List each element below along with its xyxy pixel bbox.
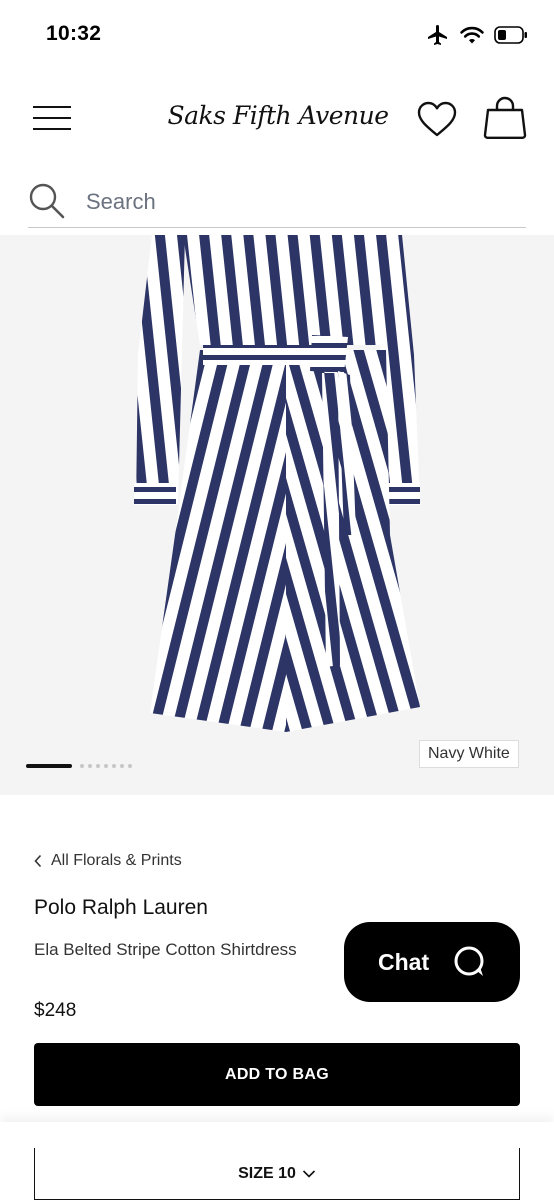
menu-icon bbox=[33, 106, 71, 108]
status-bar: 10:32 bbox=[0, 0, 554, 70]
menu-button[interactable] bbox=[30, 100, 74, 136]
search-bar bbox=[28, 178, 526, 228]
shopping-bag-icon bbox=[483, 96, 527, 140]
chat-button[interactable]: Chat bbox=[344, 922, 520, 1002]
status-icons bbox=[426, 22, 528, 48]
pager-dot[interactable] bbox=[96, 764, 100, 768]
wifi-icon bbox=[460, 26, 484, 44]
product-image[interactable] bbox=[0, 235, 554, 795]
pager-dot[interactable] bbox=[80, 764, 84, 768]
pager-dot-active[interactable] bbox=[26, 764, 72, 768]
airplane-icon bbox=[428, 25, 447, 45]
size-label: SIZE 10 bbox=[238, 1164, 296, 1182]
shopping-bag-button[interactable] bbox=[482, 96, 528, 140]
battery-icon bbox=[494, 26, 527, 44]
chevron-down-icon bbox=[302, 1169, 315, 1178]
size-selector[interactable]: SIZE 10 bbox=[34, 1148, 520, 1200]
saks-logo[interactable]: Saks Fifth Avenue bbox=[167, 90, 389, 140]
breadcrumb-label[interactable]: All Florals & Prints bbox=[51, 852, 182, 870]
heart-icon bbox=[417, 101, 457, 137]
product-price: $248 bbox=[34, 1000, 77, 1021]
pager-dot[interactable] bbox=[104, 764, 108, 768]
add-to-bag-button[interactable]: ADD TO BAG bbox=[34, 1043, 520, 1106]
chat-bubble-icon bbox=[454, 946, 484, 976]
pager-dot[interactable] bbox=[120, 764, 124, 768]
pager-dot[interactable] bbox=[128, 764, 132, 768]
search-input[interactable] bbox=[86, 187, 506, 217]
chevron-left-icon bbox=[34, 854, 42, 868]
pager-dot[interactable] bbox=[88, 764, 92, 768]
nav-bar: Saks Fifth Avenue bbox=[0, 80, 554, 160]
color-label: Navy White bbox=[419, 740, 519, 768]
image-pager[interactable] bbox=[26, 764, 132, 768]
menu-icon-bar bbox=[33, 128, 71, 130]
status-time: 10:32 bbox=[46, 22, 102, 45]
product-name: Ela Belted Stripe Cotton Shirtdress bbox=[34, 940, 297, 959]
chat-label: Chat bbox=[378, 948, 430, 975]
pager-dot[interactable] bbox=[112, 764, 116, 768]
menu-icon-bar bbox=[33, 117, 71, 119]
wishlist-button[interactable] bbox=[416, 100, 458, 140]
product-gallery[interactable]: Navy White bbox=[0, 235, 554, 795]
breadcrumb[interactable]: All Florals & Prints bbox=[34, 850, 182, 872]
product-brand[interactable]: Polo Ralph Lauren bbox=[34, 896, 208, 920]
search-icon[interactable] bbox=[28, 182, 66, 220]
